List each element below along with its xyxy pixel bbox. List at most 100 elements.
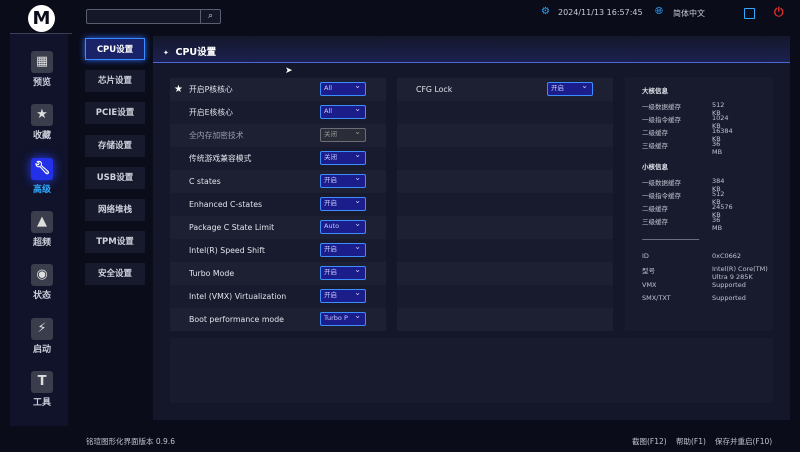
setting-label: CFG Lock (416, 85, 453, 94)
info-row: 型号 Intel(R) Core(TM) Ultra 9 285K (642, 265, 782, 281)
setting-row: Intel (VMX) Virtualization 开启 (170, 285, 386, 308)
nav-label: 工具 (32, 397, 51, 408)
info-row: 二级缓存 16384 KB (642, 127, 733, 143)
info-row: VMX Supported (642, 281, 782, 289)
submenu-item-6[interactable]: TPM设置 (85, 231, 145, 254)
setting-dropdown[interactable]: 开启 (320, 264, 366, 280)
info-row: 三级缓存 36 MB (642, 140, 722, 156)
main-panel: ✦ CPU设置 ➤ ★开启P核核心All开启E核核心All全内存加密技术关闭传统… (153, 36, 790, 420)
submenu-item-3[interactable]: 存储设置 (85, 134, 145, 157)
nav-item-5[interactable]: ⚡ 启动 (13, 317, 71, 355)
settings-gear-icon[interactable]: ⚙ (541, 6, 550, 17)
info-key: 一级指令缓存 (642, 192, 681, 200)
empty-row (397, 101, 613, 124)
nav-item-2[interactable]: 🔧︎ 高级 (13, 157, 71, 195)
setting-label: Enhanced C-states (189, 200, 263, 209)
setting-dropdown[interactable]: 开启 (320, 287, 366, 303)
submenu-item-2[interactable]: PCIE设置 (85, 102, 145, 125)
screenshot-button[interactable]: 截图(F12) (632, 436, 667, 447)
info-key: SMX/TXT (642, 294, 671, 302)
nav-item-3[interactable]: ▲ 超频 (13, 210, 71, 248)
setting-row: CFG Lock 开启 (397, 78, 613, 101)
logo: M (28, 5, 55, 32)
setting-label: 传统游戏兼容模式 (189, 154, 252, 163)
info-row: SMX/TXT Supported (642, 294, 782, 302)
grid-icon: ▦ (31, 51, 53, 73)
empty-row (397, 262, 613, 285)
cpu-info-panel: 大核信息 一级数据缓存 512 KB 一级指令缓存 1024 KB 二级缓存 16384 K… (625, 77, 773, 331)
language-selector[interactable]: 简体中文 (673, 8, 705, 19)
setting-dropdown[interactable]: 关闭 (320, 149, 366, 165)
cursor-icon: ➤ (285, 66, 293, 76)
submenu-item-1[interactable]: 芯片设置 (85, 70, 145, 93)
setting-dropdown[interactable]: Turbo P (320, 310, 366, 326)
eye-icon: ◉ (31, 264, 53, 287)
setting-dropdown[interactable]: All (320, 80, 366, 96)
empty-row (397, 308, 613, 331)
setting-label: Package C State Limit (189, 223, 275, 232)
nav-item-1[interactable]: ★ 收藏 (13, 104, 71, 141)
small-core-title: 小核信息 (642, 163, 668, 171)
help-button[interactable]: 帮助(F1) (676, 436, 706, 447)
nav-item-6[interactable]: T 工具 (13, 370, 71, 408)
info-key: 三级缓存 (642, 218, 668, 226)
setting-row: 开启E核核心 All (170, 101, 386, 124)
description-panel (170, 338, 773, 403)
setting-dropdown[interactable]: 开启 (320, 172, 366, 188)
info-value: 0xC0662 (712, 252, 742, 260)
search-input[interactable] (87, 10, 199, 23)
setting-row: Package C State Limit Auto (170, 216, 386, 239)
star-icon[interactable]: ★ (174, 78, 183, 101)
empty-row (397, 147, 613, 170)
setting-label: 开启E核核心 (189, 108, 233, 117)
globe-icon[interactable]: 🌐︎ (655, 6, 663, 17)
nav-label: 预览 (32, 78, 51, 88)
search-icon[interactable]: ⌕ (200, 10, 220, 23)
info-value: Supported (712, 294, 746, 302)
setting-label: Intel (VMX) Virtualization (189, 292, 287, 301)
setting-label: Intel(R) Speed Shift (189, 246, 265, 255)
page-title: CPU设置 (175, 47, 217, 58)
setting-dropdown: 关闭 (320, 126, 366, 142)
nav-label: 状态 (32, 291, 51, 302)
empty-row (397, 285, 613, 308)
setting-dropdown[interactable]: Auto (320, 218, 366, 234)
setting-row: 全内存加密技术 关闭 (170, 124, 386, 147)
submenu-item-0[interactable]: CPU设置 (85, 38, 145, 60)
submenu-item-4[interactable]: USB设置 (85, 166, 145, 189)
setting-row: ★ 开启P核核心 All (170, 78, 386, 101)
submenu-item-7[interactable]: 安全设置 (85, 263, 145, 286)
setting-dropdown[interactable]: 开启 (320, 241, 366, 257)
nav-item-4[interactable]: ◉ 状态 (13, 264, 71, 301)
save-restart-button[interactable]: 保存并重启(F10) (715, 436, 772, 447)
info-row: 一级指令缓存 1024 KB (642, 114, 729, 130)
save-icon[interactable] (744, 8, 755, 19)
info-value: Supported (712, 281, 746, 289)
setting-dropdown[interactable]: All (320, 103, 366, 119)
hammer-icon: T (31, 370, 53, 393)
setting-row: C states 开启 (170, 170, 386, 193)
power-icon[interactable]: ⏻ (774, 5, 784, 20)
rocket-icon: ▲ (31, 210, 53, 233)
nav-item-0[interactable]: ▦ 预览 (13, 51, 71, 88)
setting-dropdown[interactable]: 开启 (320, 195, 366, 211)
wrench-icon: 🔧︎ (31, 157, 53, 180)
nav-label: 高级 (32, 184, 51, 195)
nav-label: 超频 (32, 237, 51, 248)
setting-row: 传统游戏兼容模式 关闭 (170, 147, 386, 170)
setting-label: Turbo Mode (189, 269, 235, 278)
info-key: 一级数据缓存 (642, 179, 681, 187)
setting-label: C states (189, 177, 221, 186)
info-key: 三级缓存 (642, 142, 668, 150)
setting-label: 开启P核核心 (189, 85, 233, 94)
big-core-title: 大核信息 (642, 87, 668, 95)
empty-row (397, 170, 613, 193)
search-box[interactable]: ⌕ (86, 9, 221, 24)
setting-dropdown[interactable]: 开启 (547, 80, 593, 96)
divider: ----------------------------------------… (642, 235, 700, 243)
info-value: Intel(R) Core(TM) Ultra 9 285K (712, 265, 768, 281)
submenu-item-5[interactable]: 网络堆栈 (85, 199, 145, 221)
datetime: 2024/11/13 16:57:45 (558, 8, 643, 17)
info-value: 36 MB (712, 216, 723, 232)
page-header: ✦ CPU设置 (153, 36, 790, 63)
